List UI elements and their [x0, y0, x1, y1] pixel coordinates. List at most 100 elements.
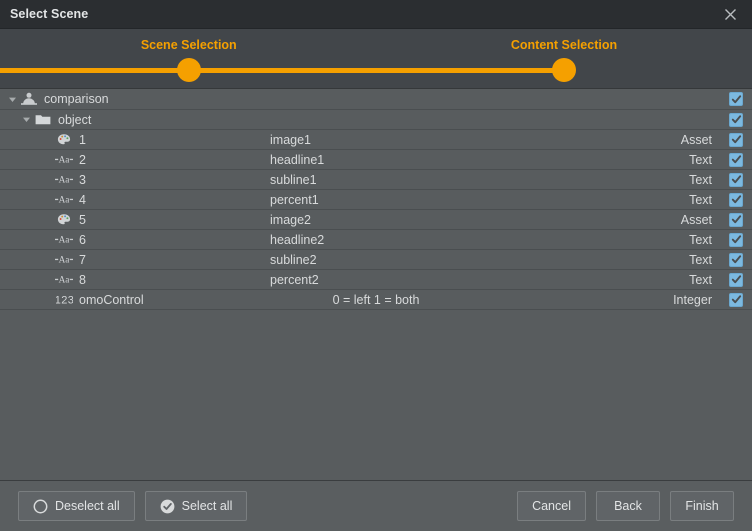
tree-row-label: 4 [79, 192, 86, 207]
row-checkbox[interactable] [729, 152, 743, 167]
svg-text:Aa: Aa [59, 195, 70, 205]
tree-row[interactable]: 123 omoControl 0 = left 1 = both Integer [0, 290, 752, 310]
select-all-button[interactable]: Select all [144, 491, 248, 521]
stepper-step-label: Scene Selection [140, 38, 237, 52]
row-checkbox[interactable] [729, 172, 743, 187]
svg-text:Aa: Aa [59, 155, 70, 165]
tree-row-checkbox-cell [720, 152, 752, 167]
stepper-step-content-selection[interactable]: Content Selection [454, 29, 674, 82]
tree-row-type: Text [689, 152, 712, 167]
row-checkbox[interactable] [729, 232, 743, 247]
tree-row-value: image2 [270, 212, 311, 227]
select-all-label: Select all [181, 499, 233, 513]
stepper-step-dot [176, 58, 201, 82]
tree-row-checkbox-cell [720, 172, 752, 187]
stepper-step-label: Content Selection [510, 38, 618, 52]
tree-row-type: Text [689, 252, 712, 267]
row-checkbox[interactable] [729, 132, 743, 147]
tree-row-name-cell: Aa 6 [0, 233, 270, 247]
tree-row-value: 0 = left 1 = both [332, 292, 420, 307]
text-icon: Aa [54, 194, 74, 205]
tree-row-type: Text [689, 232, 712, 247]
tree-row-name-cell: 5 [0, 213, 270, 227]
svg-text:Aa: Aa [59, 175, 70, 185]
text-icon: Aa [54, 274, 74, 285]
tree-row-label: object [58, 112, 92, 127]
tree-row-type: Asset [680, 132, 712, 147]
tree-row[interactable]: object [0, 110, 752, 130]
svg-text:Aa: Aa [59, 275, 70, 285]
tree-row-checkbox-cell [720, 92, 752, 106]
row-checkbox[interactable] [729, 92, 743, 106]
svg-text:Aa: Aa [59, 255, 70, 265]
row-checkbox[interactable] [729, 252, 743, 267]
row-checkbox[interactable] [729, 112, 743, 127]
svg-text:123: 123 [56, 295, 73, 306]
tree-row-value: subline1 [270, 172, 317, 187]
tree-row[interactable]: 1 image1 Asset [0, 130, 752, 150]
tree-row-name-cell: Aa 8 [0, 273, 270, 287]
circle-empty-icon [33, 499, 48, 514]
asset-image-icon [54, 213, 74, 226]
tree-row-checkbox-cell [720, 112, 752, 127]
scene-content-tree[interactable]: comparison object 1 image1 Asset Aa 2 headline1… [0, 88, 752, 480]
text-icon: Aa [54, 154, 74, 165]
tree-row-type: Asset [680, 212, 712, 227]
tree-row[interactable]: comparison [0, 89, 752, 110]
chevron-down-icon[interactable] [19, 115, 33, 124]
tree-row-label: 1 [79, 132, 86, 147]
tree-row-type: Text [689, 272, 712, 287]
row-checkbox[interactable] [729, 292, 743, 307]
tree-row[interactable]: Aa 3 subline1 Text [0, 170, 752, 190]
tree-row-name-cell: 1 [0, 133, 270, 147]
deselect-all-button[interactable]: Deselect all [18, 491, 135, 521]
tree-row[interactable]: Aa 6 headline2 Text [0, 230, 752, 250]
tree-row-checkbox-cell [720, 272, 752, 287]
tree-row-value: headline1 [270, 152, 325, 167]
row-checkbox[interactable] [729, 212, 743, 227]
tree-row-name-cell: 123 omoControl [0, 293, 270, 307]
stepper-step-scene-selection[interactable]: Scene Selection [79, 29, 299, 82]
row-checkbox[interactable] [729, 272, 743, 287]
tree-row[interactable]: Aa 7 subline2 Text [0, 250, 752, 270]
tree-row-label: 8 [79, 272, 86, 287]
asset-image-icon [54, 133, 74, 146]
row-checkbox[interactable] [729, 192, 743, 207]
tree-row-checkbox-cell [720, 232, 752, 247]
tree-row[interactable]: Aa 2 headline1 Text [0, 150, 752, 170]
text-icon: Aa [54, 254, 74, 265]
tree-row-checkbox-cell [720, 212, 752, 227]
page-title: Select Scene [10, 7, 89, 21]
tree-row-label: 2 [79, 152, 86, 167]
cancel-button[interactable]: Cancel [517, 491, 586, 521]
tree-row-checkbox-cell [720, 292, 752, 307]
tree-row-name-cell: Aa 7 [0, 253, 270, 267]
close-icon[interactable] [708, 1, 752, 28]
tree-row-label: 7 [79, 252, 86, 267]
wizard-stepper: Scene Selection Content Selection [0, 29, 752, 88]
tree-row[interactable]: Aa 8 percent2 Text [0, 270, 752, 290]
tree-row-value: headline2 [270, 232, 325, 247]
tree-row-type: Text [689, 172, 712, 187]
tree-row[interactable]: 5 image2 Asset [0, 210, 752, 230]
tree-row-checkbox-cell [720, 192, 752, 207]
dialog-footer: Deselect all Select all Cancel Back Fini… [0, 480, 752, 531]
tree-row[interactable]: Aa 4 percent1 Text [0, 190, 752, 210]
stepper-step-dot [552, 58, 576, 82]
tree-row-label: comparison [44, 92, 109, 106]
tree-row-label: 6 [79, 232, 86, 247]
tree-row-name-cell: Aa 4 [0, 193, 270, 207]
select-scene-dialog: Select Scene Scene Selection Content Sel… [0, 0, 752, 531]
scene-icon [19, 92, 39, 106]
chevron-down-icon[interactable] [5, 95, 19, 104]
back-button[interactable]: Back [596, 491, 660, 521]
tree-row-name-cell: comparison [0, 92, 235, 106]
text-icon: Aa [54, 174, 74, 185]
svg-text:Aa: Aa [59, 235, 70, 245]
finish-button[interactable]: Finish [670, 491, 734, 521]
tree-row-value: subline2 [270, 252, 317, 267]
tree-row-value: percent1 [270, 192, 319, 207]
tree-row-type: Text [689, 192, 712, 207]
tree-row-name-cell: object [0, 113, 249, 127]
tree-row-name-cell: Aa 2 [0, 153, 270, 167]
